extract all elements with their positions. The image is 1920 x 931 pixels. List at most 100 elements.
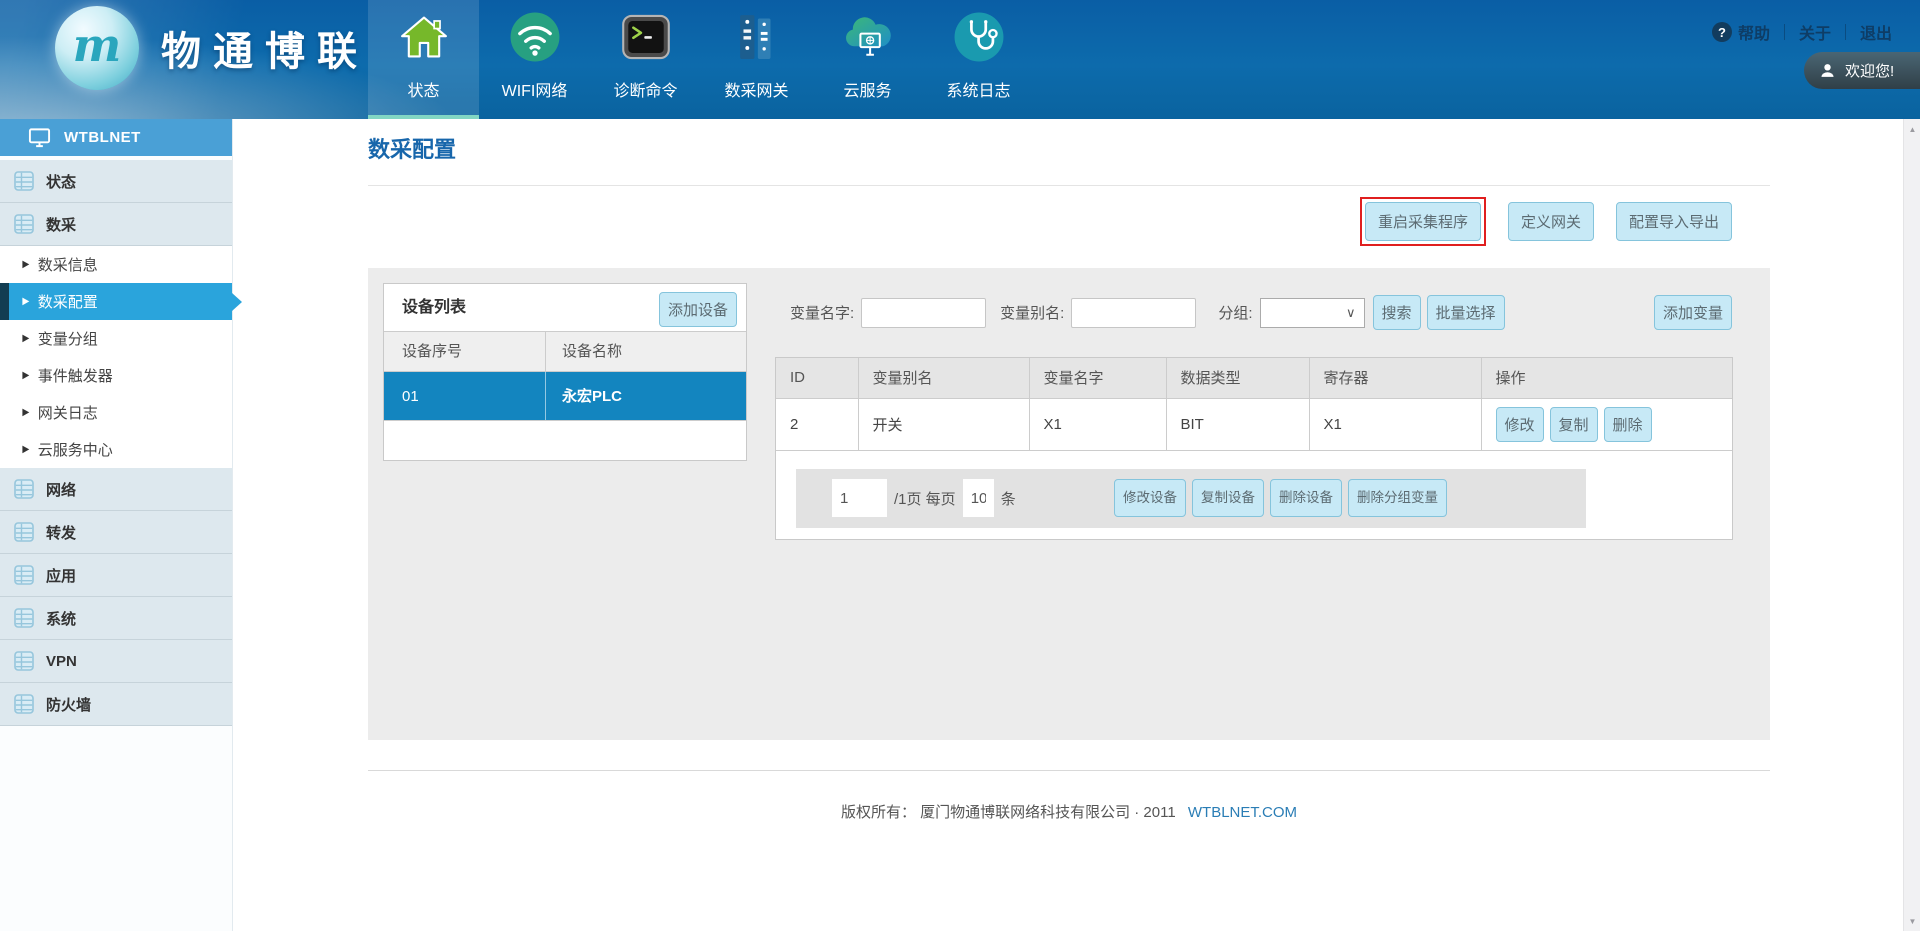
config-import-export-button[interactable]: 配置导入导出 bbox=[1616, 202, 1732, 241]
define-gateway-button[interactable]: 定义网关 bbox=[1508, 202, 1594, 241]
cell-alias: 开关 bbox=[858, 398, 1029, 450]
sidebar-item-vpn[interactable]: VPN bbox=[0, 640, 232, 683]
cloud-icon bbox=[840, 9, 896, 65]
wifi-icon bbox=[507, 9, 563, 65]
brand-logo-letter: m bbox=[73, 18, 122, 72]
delete-variable-button[interactable]: 删除 bbox=[1604, 407, 1652, 442]
top-header: m 物通博联 状态 WIFI网络 诊断命令 bbox=[0, 0, 1920, 119]
footer-link[interactable]: WTBLNET.COM bbox=[1188, 804, 1297, 821]
terminal-icon bbox=[618, 9, 674, 65]
device-col-name: 设备名称 bbox=[546, 332, 746, 371]
sidebar-item-gateway-log[interactable]: ▶ 网关日志 bbox=[0, 394, 232, 431]
sidebar-item-forward[interactable]: 转发 bbox=[0, 511, 232, 554]
caret-right-icon: ▶ bbox=[22, 370, 29, 381]
scroll-down-icon[interactable]: ▼ bbox=[1904, 913, 1920, 929]
pagination-bar: /1页 每页 条 修改设备 复制设备 删除设备 删除分组变量 bbox=[796, 469, 1586, 528]
caret-right-icon: ▶ bbox=[22, 407, 29, 418]
col-name: 变量名字 bbox=[1029, 358, 1166, 398]
search-button[interactable]: 搜索 bbox=[1373, 295, 1421, 330]
sidebar-item-collect-info[interactable]: ▶ 数采信息 bbox=[0, 246, 232, 283]
copy-variable-button[interactable]: 复制 bbox=[1550, 407, 1598, 442]
col-register: 寄存器 bbox=[1309, 358, 1481, 398]
logs-icon bbox=[951, 9, 1007, 65]
caret-right-icon: ▶ bbox=[22, 444, 29, 455]
brand-name: 物通博联 bbox=[161, 19, 369, 77]
tab-status[interactable]: 状态 bbox=[368, 0, 479, 119]
edit-variable-button[interactable]: 修改 bbox=[1496, 407, 1544, 442]
group-select[interactable]: ∨ bbox=[1260, 298, 1365, 328]
home-icon bbox=[396, 9, 452, 65]
sidebar: WTBLNET 状态 数采 ▶ 数采信息 ▶ 数采配置 ▶ 变量分组 ▶ 事件触… bbox=[0, 119, 233, 931]
help-link[interactable]: 帮助 bbox=[1738, 20, 1770, 44]
page-size-input[interactable] bbox=[963, 479, 994, 517]
device-no: 01 bbox=[384, 372, 546, 420]
cell-name: X1 bbox=[1029, 398, 1166, 450]
delete-group-variable-button[interactable]: 删除分组变量 bbox=[1348, 479, 1447, 517]
page-number-input[interactable] bbox=[832, 479, 887, 517]
sidebar-item-datacollect[interactable]: 数采 bbox=[0, 203, 232, 246]
tab-cloud[interactable]: 云服务 bbox=[812, 0, 923, 119]
tab-syslog[interactable]: 系统日志 bbox=[923, 0, 1034, 119]
tab-cloud-label: 云服务 bbox=[843, 77, 891, 101]
grid-icon bbox=[12, 520, 36, 544]
sidebar-item-collect-config[interactable]: ▶ 数采配置 bbox=[0, 283, 232, 320]
restart-collector-button[interactable]: 重启采集程序 bbox=[1365, 202, 1481, 241]
footer: 版权所有： 厦门物通博联网络科技有限公司 · 2011 WTBLNET.COM bbox=[368, 801, 1770, 822]
grid-icon bbox=[12, 692, 36, 716]
chevron-down-icon: ∨ bbox=[1346, 305, 1356, 321]
config-panel: 设备列表 添加设备 设备序号 设备名称 01 永宏PLC 变量名字: bbox=[368, 268, 1770, 740]
tab-gateway[interactable]: 数采网关 bbox=[701, 0, 812, 119]
welcome-pill[interactable]: 欢迎您! bbox=[1804, 52, 1920, 89]
grid-icon bbox=[12, 563, 36, 587]
copyright-text: 版权所有： 厦门物通博联网络科技有限公司 · 2011 bbox=[841, 804, 1176, 821]
scroll-up-icon[interactable]: ▲ bbox=[1904, 121, 1920, 137]
add-variable-button[interactable]: 添加变量 bbox=[1654, 295, 1732, 330]
grid-icon bbox=[12, 649, 36, 673]
copy-device-button[interactable]: 复制设备 bbox=[1192, 479, 1264, 517]
user-icon bbox=[1819, 62, 1836, 79]
vertical-scrollbar[interactable]: ▲ ▼ bbox=[1903, 119, 1920, 931]
variable-name-input[interactable] bbox=[861, 298, 986, 328]
annotation-highlight-box: 重启采集程序 bbox=[1360, 197, 1486, 246]
tab-wifi[interactable]: WIFI网络 bbox=[479, 0, 590, 119]
caret-right-icon: ▶ bbox=[22, 296, 29, 307]
footer-divider bbox=[368, 770, 1770, 771]
variable-name-label: 变量名字: bbox=[790, 302, 854, 323]
sidebar-item-status[interactable]: 状态 bbox=[0, 160, 232, 203]
cell-register: X1 bbox=[1309, 398, 1481, 450]
link-separator bbox=[1845, 24, 1846, 40]
caret-right-icon: ▶ bbox=[22, 259, 29, 270]
tab-syslog-label: 系统日志 bbox=[946, 77, 1010, 101]
edit-device-button[interactable]: 修改设备 bbox=[1114, 479, 1186, 517]
brand-logo-icon: m bbox=[55, 6, 139, 90]
device-table-header: 设备序号 设备名称 bbox=[384, 332, 746, 372]
page-size-label: 条 bbox=[1001, 488, 1016, 509]
delete-device-button[interactable]: 删除设备 bbox=[1270, 479, 1342, 517]
help-icon: ? bbox=[1712, 22, 1732, 42]
sidebar-item-system[interactable]: 系统 bbox=[0, 597, 232, 640]
device-list-header: 设备列表 添加设备 bbox=[384, 284, 746, 332]
col-actions: 操作 bbox=[1481, 358, 1732, 398]
batch-select-button[interactable]: 批量选择 bbox=[1427, 295, 1505, 330]
col-id: ID bbox=[776, 358, 858, 398]
variable-filter-row: 变量名字: 变量别名: 分组: ∨ 搜索 批量选择 添加变量 bbox=[775, 295, 1733, 330]
sidebar-item-network[interactable]: 网络 bbox=[0, 468, 232, 511]
sidebar-item-event-trigger[interactable]: ▶ 事件触发器 bbox=[0, 357, 232, 394]
logout-link[interactable]: 退出 bbox=[1860, 20, 1892, 44]
sidebar-item-application[interactable]: 应用 bbox=[0, 554, 232, 597]
tab-diagnostics[interactable]: 诊断命令 bbox=[590, 0, 701, 119]
brand-logo: m 物通博联 bbox=[55, 6, 369, 90]
title-divider bbox=[368, 185, 1770, 186]
main-content: 数采配置 重启采集程序 定义网关 配置导入导出 设备列表 添加设备 设备序号 设… bbox=[233, 119, 1920, 931]
sidebar-item-firewall[interactable]: 防火墙 bbox=[0, 683, 232, 726]
pagination-controls: /1页 每页 条 bbox=[832, 479, 1023, 517]
add-device-button[interactable]: 添加设备 bbox=[659, 292, 737, 327]
sidebar-item-variable-group[interactable]: ▶ 变量分组 bbox=[0, 320, 232, 357]
group-label: 分组: bbox=[1218, 302, 1252, 323]
monitor-icon bbox=[28, 126, 51, 149]
about-link[interactable]: 关于 bbox=[1799, 20, 1831, 44]
sidebar-item-cloud-center[interactable]: ▶ 云服务中心 bbox=[0, 431, 232, 468]
variable-alias-input[interactable] bbox=[1071, 298, 1196, 328]
variable-table: ID 变量别名 变量名字 数据类型 寄存器 操作 2 开关 bbox=[776, 358, 1732, 451]
device-row[interactable]: 01 永宏PLC bbox=[384, 372, 746, 421]
